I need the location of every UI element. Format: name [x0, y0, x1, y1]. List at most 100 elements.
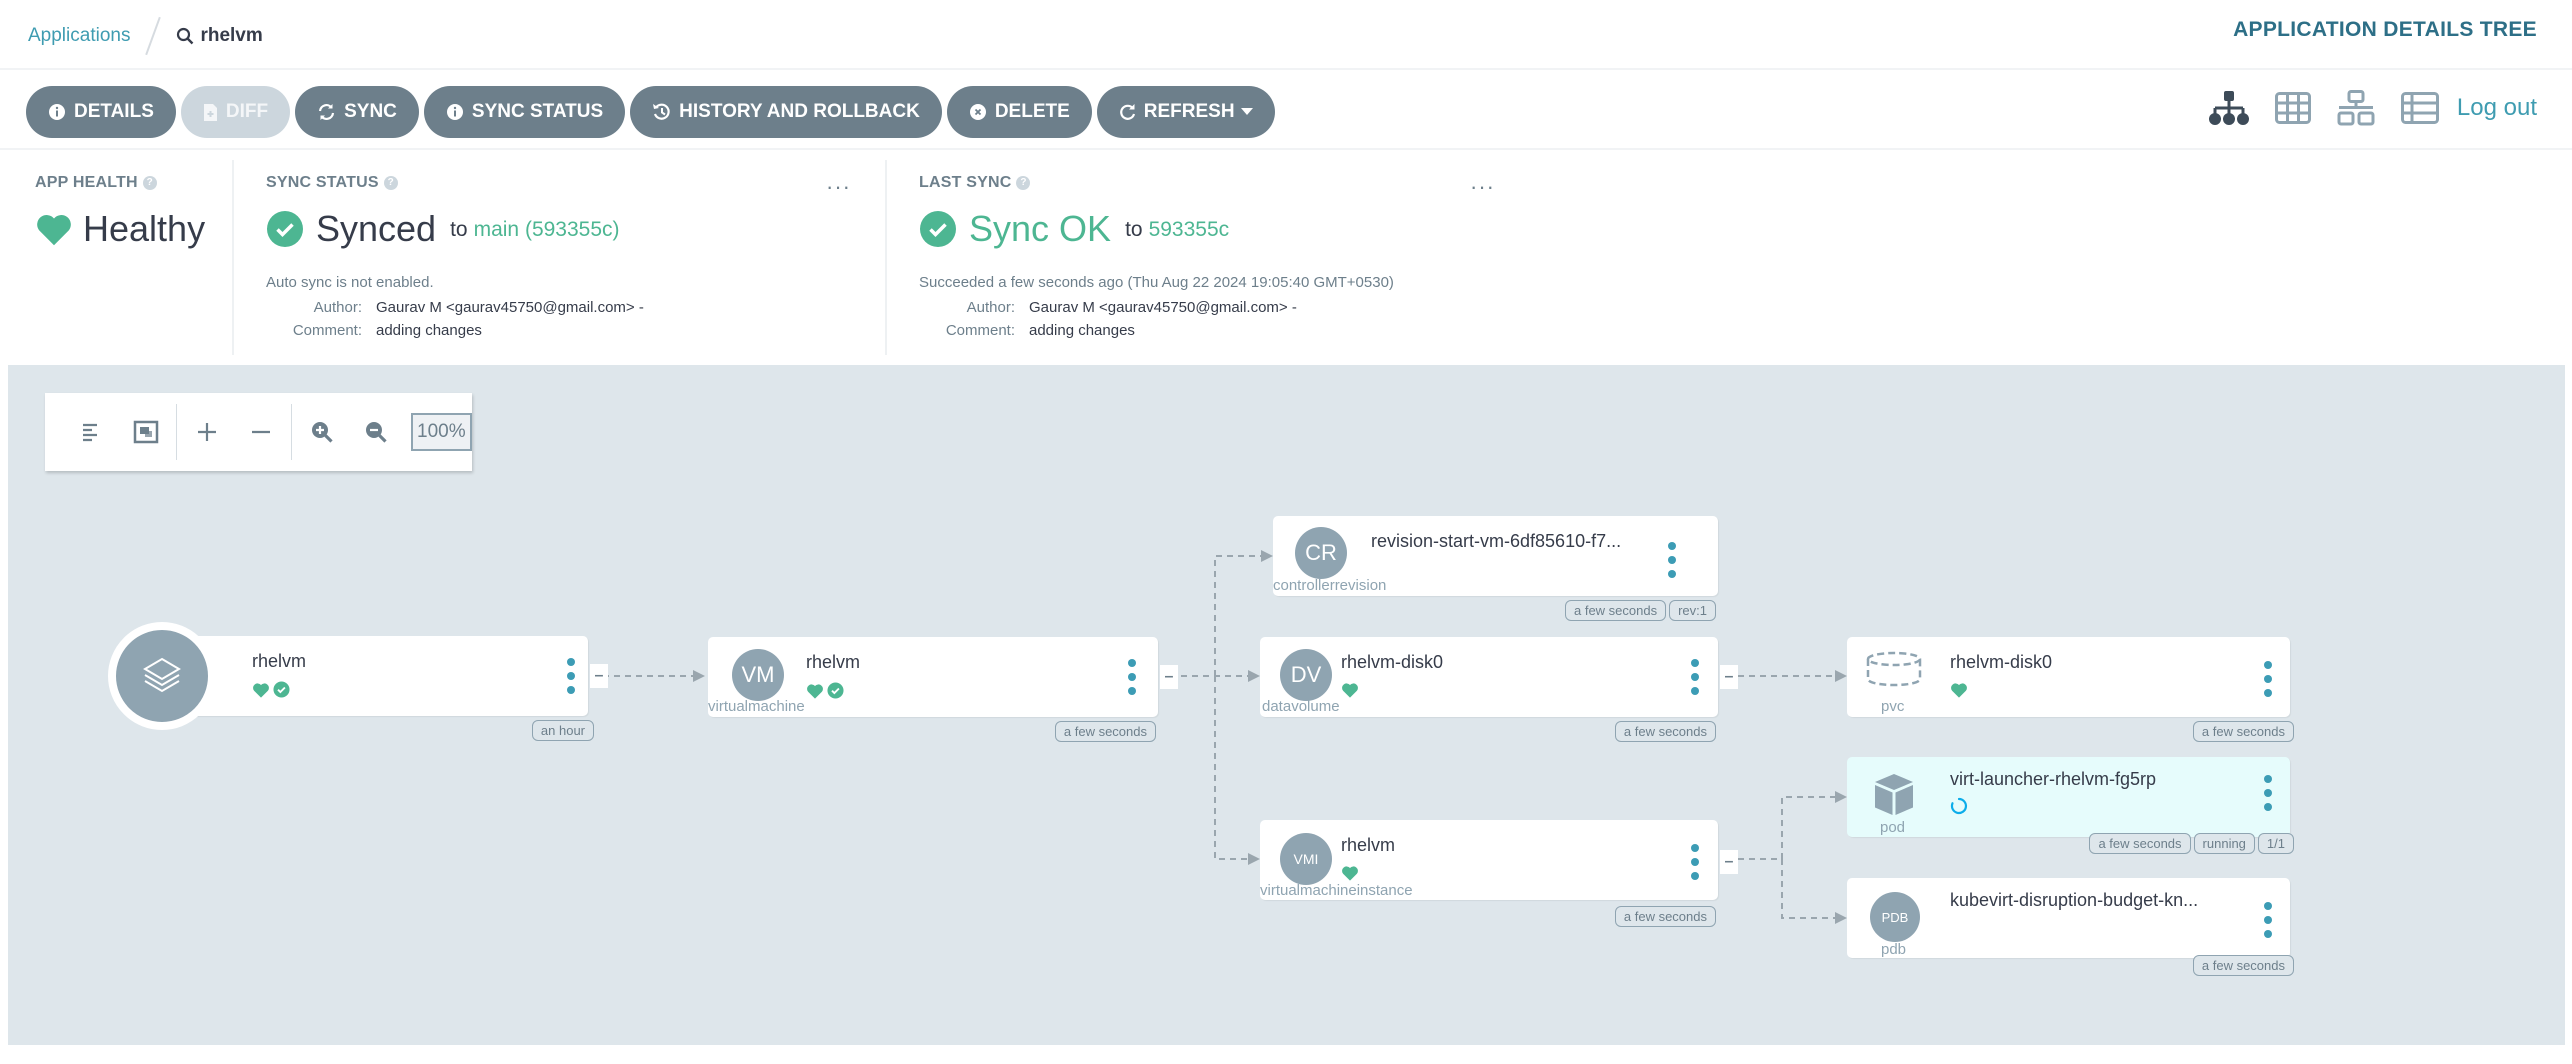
node-actions-menu-icon[interactable] [1126, 659, 1138, 695]
collapse-all-icon[interactable] [234, 410, 288, 454]
check-circle-icon [266, 210, 304, 248]
sync-status-button[interactable]: SYNC STATUS [423, 86, 626, 138]
node-actions-menu-icon[interactable] [1689, 659, 1701, 695]
author-value: Gaurav M <gaurav45750@gmail.com> - [1029, 299, 1297, 316]
node-virtualmachineinstance-rhelvm[interactable]: VMI virtualmachineinstance rhelvm – a fe… [1260, 820, 1738, 927]
more-options-icon[interactable]: ··· [1470, 176, 1495, 198]
history-and-rollback-button[interactable]: HISTORY AND ROLLBACK [630, 86, 942, 138]
node-status-icons [1341, 865, 1359, 881]
node-name: kubevirt-disruption-budget-kn... [1950, 890, 2199, 910]
breadcrumb-applications-link[interactable]: Applications [28, 25, 130, 47]
view-mode-switcher: Log out [2208, 90, 2537, 126]
search-icon [177, 27, 194, 45]
resource-kind-icon: CR [1295, 527, 1347, 579]
fit-to-screen-icon[interactable] [119, 410, 173, 454]
collapse-children-button[interactable]: – [1720, 850, 1738, 874]
refresh-button[interactable]: REFRESH [1096, 86, 1275, 138]
heart-icon [1951, 683, 1967, 698]
logout-link[interactable]: Log out [2457, 94, 2537, 122]
node-tags: a few seconds [1614, 721, 1716, 742]
page-title: APPLICATION DETAILS TREE [2233, 18, 2537, 41]
last-sync-section[interactable]: LAST SYNC ? ··· Sync OK to 593355c Succe… [885, 160, 1505, 355]
breadcrumb-current[interactable]: rhelvm [176, 25, 263, 47]
sync-status-revision-link[interactable]: main (593355c) [474, 218, 620, 242]
heart-icon [1342, 866, 1358, 881]
delete-button-label: DELETE [994, 101, 1070, 122]
last-sync-label: LAST SYNC ? [919, 174, 1505, 192]
author-label: Author: [313, 299, 362, 316]
node-datavolume-rhelvm-disk0[interactable]: DV datavolume rhelvm-disk0 – a few secon… [1260, 637, 1738, 742]
zoom-in-icon[interactable] [295, 410, 349, 454]
resource-kind-icon: VMI [1280, 833, 1332, 885]
sync-status-to: to [450, 218, 468, 241]
help-icon[interactable]: ? [383, 176, 398, 190]
zoom-level-indicator[interactable]: 100% [411, 413, 472, 451]
node-actions-menu-icon[interactable] [2262, 775, 2274, 811]
collapse-children-button[interactable]: – [1720, 665, 1738, 689]
age-tag: a few seconds [1564, 600, 1667, 621]
node-controllerrevision[interactable]: CR controllerrevision revision-start-vm-… [1273, 516, 1718, 621]
resource-kind-icon: VM [732, 649, 784, 701]
edge-vmi-pod [1738, 791, 1847, 860]
sync-status-label: SYNC STATUS ? [266, 174, 887, 192]
node-actions-menu-icon[interactable] [2262, 661, 2274, 697]
last-sync-to: to [1125, 218, 1143, 241]
help-icon[interactable]: ? [1016, 176, 1031, 190]
node-kind-label: datavolume [1262, 698, 1340, 715]
refresh-button-label: REFRESH [1143, 101, 1235, 122]
zoom-out-icon[interactable] [349, 410, 403, 454]
age-tag: a few seconds [1054, 721, 1156, 742]
heart-icon [253, 682, 269, 698]
node-actions-menu-icon[interactable] [1666, 542, 1678, 578]
group-nodes-icon[interactable] [65, 410, 119, 454]
age-tag: a few seconds [2089, 833, 2191, 854]
breadcrumb: Applications rhelvm [28, 16, 263, 56]
pods-view-icon[interactable] [2274, 92, 2311, 124]
last-sync-value: Sync OK [969, 208, 1112, 249]
sync-status-label-text: SYNC STATUS [266, 174, 379, 191]
sync-status-section[interactable]: SYNC STATUS ? ··· Synced to main (593355… [232, 160, 887, 355]
list-view-icon[interactable] [2400, 92, 2439, 124]
action-buttons: DETAILS DIFF SYNC SYNC STATUS HISTORY AN… [26, 86, 1275, 138]
last-sync-revision-link[interactable]: 593355c [1149, 218, 1230, 242]
details-button[interactable]: DETAILS [26, 86, 176, 138]
app-health-value: Healthy [83, 208, 206, 249]
node-kind-label: controllerrevision [1273, 577, 1387, 594]
check-circle-icon [919, 210, 957, 248]
collapse-children-button[interactable]: – [590, 664, 608, 688]
comment-label: Comment: [945, 322, 1015, 339]
node-tags: a few seconds rev:1 [1564, 600, 1716, 621]
comment-value: adding changes [1029, 322, 1135, 339]
diff-button[interactable]: DIFF [180, 86, 291, 138]
delete-button[interactable]: DELETE [946, 86, 1092, 138]
age-tag: a few seconds [1614, 906, 1716, 927]
collapse-children-button[interactable]: – [1160, 665, 1178, 689]
sync-button[interactable]: SYNC [295, 86, 419, 138]
node-pod-virt-launcher[interactable]: pod virt-launcher-rhelvm-fg5rp a few sec… [1847, 757, 2294, 854]
resource-tree-canvas[interactable]: 100% rhelvm – an hour VM virtualmachine … [8, 365, 2565, 1045]
auto-sync-note: Auto sync is not enabled. [266, 274, 434, 291]
node-pvc-rhelvm-disk0[interactable]: pvc rhelvm-disk0 a few seconds [1847, 637, 2294, 742]
help-icon[interactable]: ? [142, 176, 157, 190]
node-actions-menu-icon[interactable] [1689, 844, 1701, 880]
node-pdb-kubevirt-disruption-budget[interactable]: PDB pdb kubevirt-disruption-budget-kn...… [1847, 878, 2294, 976]
node-name: rhelvm [252, 651, 307, 671]
progressing-spinner-icon [1950, 797, 1968, 815]
network-view-icon[interactable] [2337, 90, 2375, 126]
sync-author-row: Author: Gaurav M <gaurav45750@gmail.com>… [266, 299, 887, 316]
sync-icon [317, 103, 336, 121]
node-tags: a few seconds [2192, 955, 2294, 976]
node-actions-menu-icon[interactable] [565, 658, 577, 694]
expand-all-icon[interactable] [180, 410, 234, 454]
node-application-rhelvm[interactable]: rhelvm – an hour [168, 636, 608, 741]
tree-view-icon[interactable] [2208, 91, 2249, 125]
diff-button-label: DIFF [225, 101, 269, 122]
node-status-icons [252, 681, 290, 698]
edge-vmi-pdb [1781, 859, 1847, 924]
layers-icon [143, 657, 181, 693]
node-virtualmachine-rhelvm[interactable]: VM virtualmachine rhelvm – a few seconds [708, 637, 1178, 742]
more-options-icon[interactable]: ··· [826, 176, 851, 198]
pvc-icon [1865, 651, 1923, 692]
last-sync-author-row: Author: Gaurav M <gaurav45750@gmail.com>… [919, 299, 1505, 316]
node-actions-menu-icon[interactable] [2262, 902, 2274, 938]
